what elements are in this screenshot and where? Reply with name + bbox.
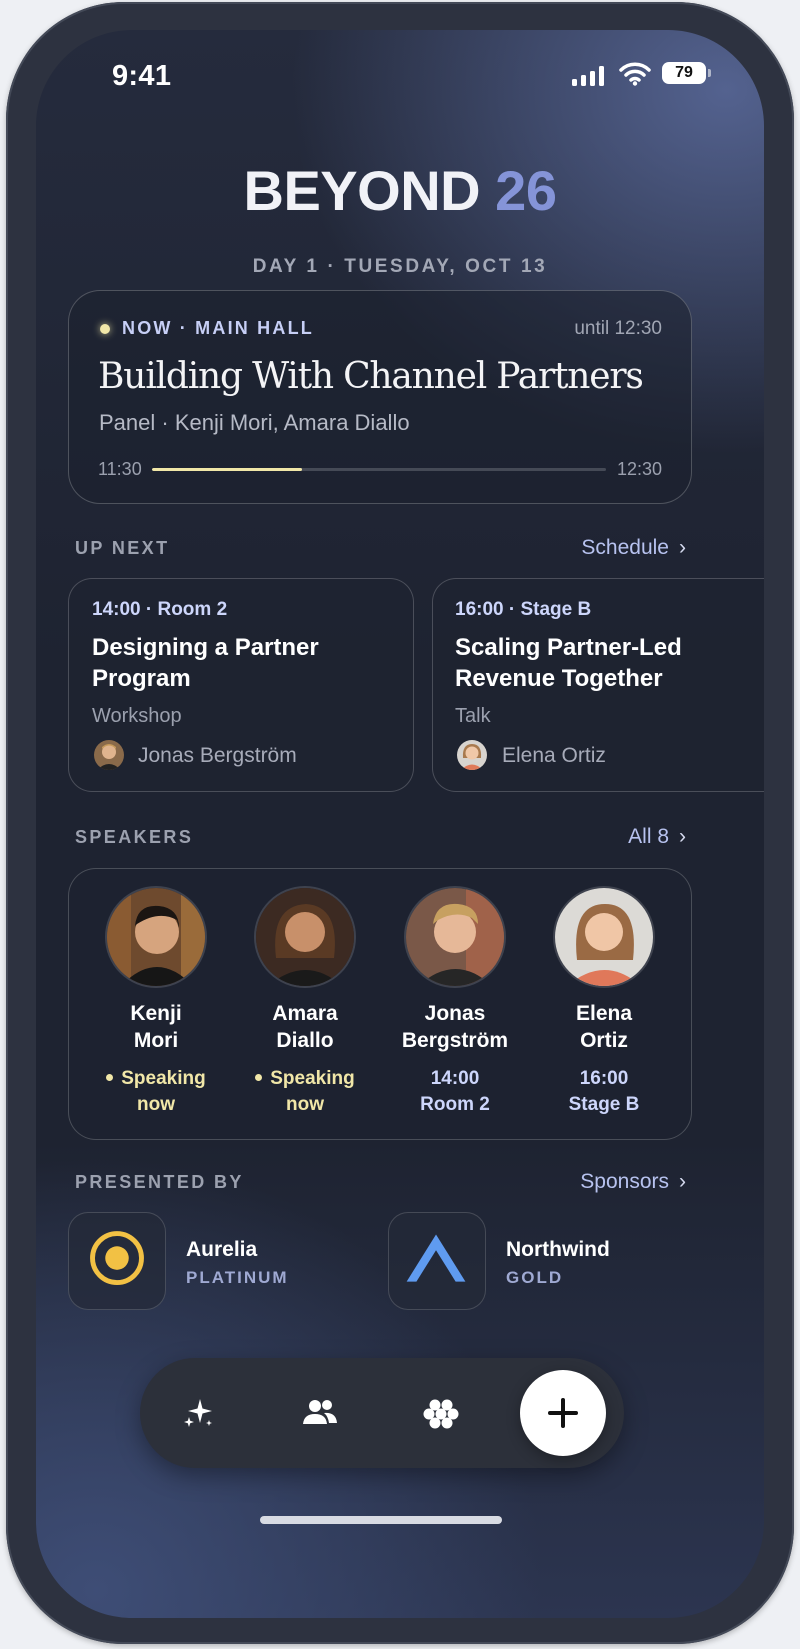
speaker-first-name: Jonas [424,1002,486,1025]
session-progress-bar [152,468,606,471]
session-progress-fill [152,468,302,471]
speakers-heading: SPEAKERS [75,827,194,847]
home-indicator [260,1516,502,1524]
brand-name: BEYOND [243,159,481,222]
speaker-status: 14:00 Room 2 [380,1066,530,1118]
all-speakers-label: All 8 [628,825,669,848]
status-time: 9:41 [112,60,172,92]
cellular-signal-icon [572,66,604,86]
session-type: Talk [455,705,491,727]
live-indicator [100,324,110,334]
speaker-status-line2: now [286,1094,324,1115]
session-meta: 16:00 · Stage B [455,599,592,620]
sponsors-heading: PRESENTED BY [75,1172,244,1192]
progress-start-time: 11:30 [98,459,142,479]
speaker-last-name: Diallo [276,1029,334,1052]
session-speaker: Elena Ortiz [502,744,606,767]
wifi-icon [619,62,651,86]
speaker-last-name: Mori [133,1029,179,1052]
peak-icon [406,1234,466,1282]
add-button[interactable] [520,1370,606,1456]
speaker-status-line2: Room 2 [420,1094,490,1115]
avatar [94,740,124,770]
schedule-link-label: Schedule [581,536,669,559]
schedule-link[interactable]: Schedule › [506,536,686,560]
avatar [555,888,653,986]
speaker-status: Speaking now [230,1066,380,1118]
speaker-item[interactable]: Amara Diallo Speaking now [230,888,380,1118]
session-meta: 14:00 · Room 2 [92,599,228,620]
sponsor-name: Northwind [506,1238,610,1261]
sponsor-tier: GOLD [506,1268,564,1287]
avatar [256,888,354,986]
speaker-first-name: Amara [272,1002,338,1025]
plus-icon [548,1398,578,1428]
sponsor-logo-tile[interactable] [68,1212,166,1310]
sponsor-tier: PLATINUM [186,1268,289,1287]
speaker-status-line1: 16:00 [579,1068,629,1089]
avatar [406,888,504,986]
battery-icon: 79 [662,62,712,86]
speaker-status-line1: Speaking [121,1068,206,1089]
avatar [107,888,205,986]
progress-end-time: 12:30 [616,459,662,479]
sponsors-link[interactable]: Sponsors › [506,1170,686,1194]
chevron-right-icon: › [679,1170,686,1193]
session-type: Workshop [92,705,182,727]
speaker-item[interactable]: Jonas Bergström 14:00 Room 2 [380,888,530,1118]
session-title: Scaling Partner-Led Revenue Together [455,634,682,692]
people-icon[interactable] [300,1393,340,1433]
speaker-status: 16:00 Stage B [529,1066,679,1118]
speaker-last-name: Ortiz [580,1029,628,1052]
session-title: Designing a Partner Program [92,634,319,692]
chevron-right-icon: › [679,536,686,559]
chevron-right-icon: › [679,825,686,848]
brand-year: 26 [495,159,557,222]
sponsors-link-label: Sponsors [580,1170,669,1193]
speaker-status-line1: Speaking [270,1068,355,1089]
up-next-heading: UP NEXT [75,538,170,558]
now-until: until 12:30 [574,318,662,339]
event-date: DAY 1 · TUESDAY, OCT 13 [252,256,548,277]
speaker-status-line2: Stage B [568,1094,640,1115]
sparkles-icon[interactable] [178,1393,218,1433]
sponsor-name: Aurelia [186,1238,258,1261]
speaker-first-name: Kenji [130,1002,182,1025]
now-title: Building With Channel Partners [98,356,644,397]
speaker-item[interactable]: Kenji Mori Speaking now [81,888,231,1118]
live-dot [255,1074,263,1081]
speaker-last-name: Bergström [401,1029,509,1052]
session-speaker: Jonas Bergström [138,744,297,767]
avatar [457,740,487,770]
speaker-status-line1: 14:00 [430,1068,480,1089]
speaker-status: Speaking now [81,1066,231,1118]
now-location: NOW · MAIN HALL [122,318,314,338]
all-speakers-link[interactable]: All 8 › [506,825,686,849]
sponsors-flower-icon[interactable] [421,1393,461,1433]
sponsor-logo-tile[interactable] [388,1212,486,1310]
speaker-item[interactable]: Elena Ortiz 16:00 Stage B [529,888,679,1118]
now-subtitle: Panel · Kenji Mori, Amara Diallo [99,410,410,435]
battery-level: 79 [662,62,706,84]
speaker-status-line2: now [137,1094,175,1115]
app-screen: 9:41 79 BEYOND 26 DAY 1 · TUESDAY, OCT 1… [36,30,764,1618]
live-dot [106,1074,114,1081]
target-ring-icon [90,1231,144,1285]
speaker-first-name: Elena [575,1002,633,1025]
event-brand: BEYOND 26 [36,158,764,223]
